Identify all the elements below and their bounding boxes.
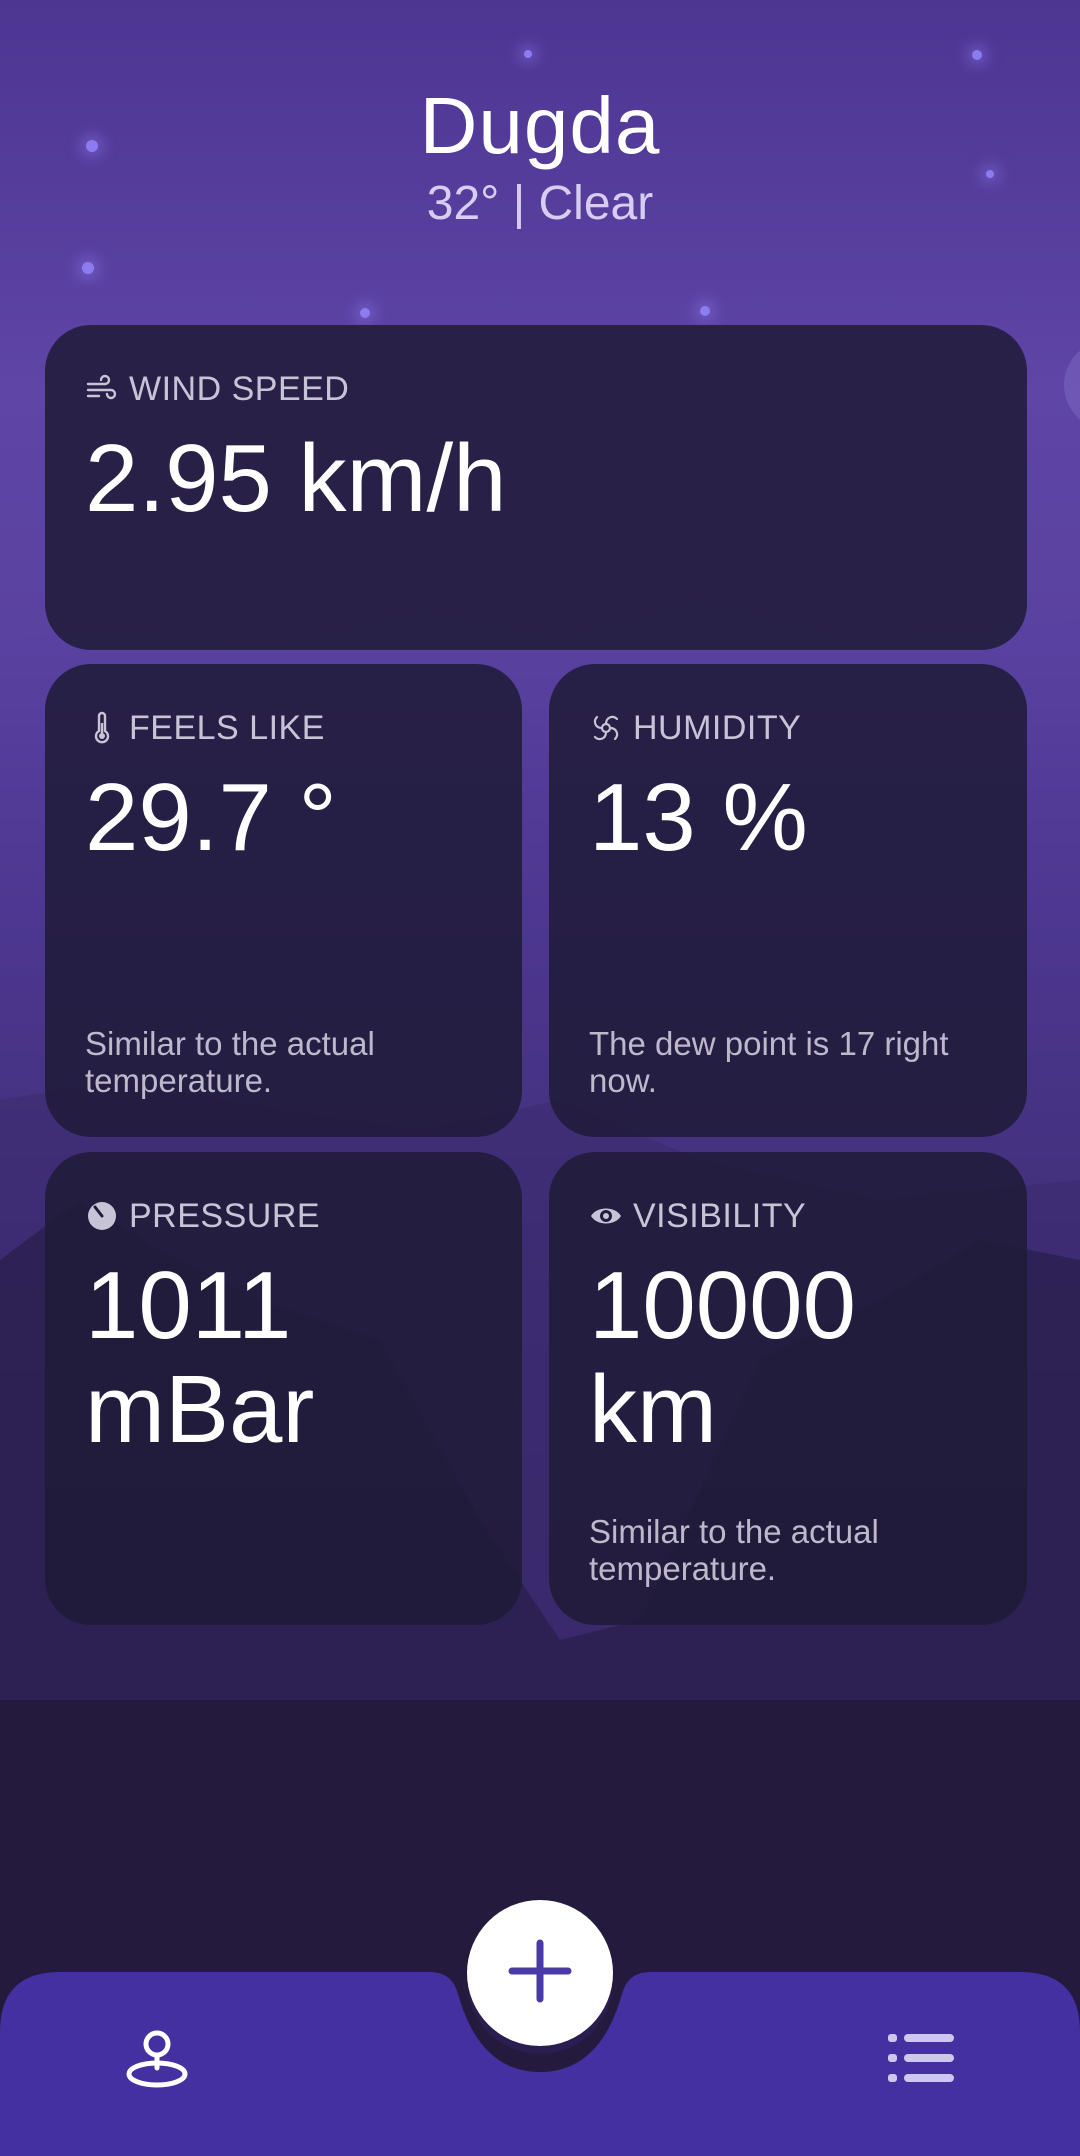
location-nav-button[interactable]	[97, 2000, 217, 2120]
thermometer-icon	[85, 711, 119, 745]
humidity-swirl-icon	[589, 711, 623, 745]
card-header: FEELS LIKE	[85, 706, 482, 750]
visibility-card[interactable]: VISIBILITY 10000 km Similar to the actua…	[549, 1152, 1027, 1625]
humidity-note: The dew point is 17 right now.	[589, 1025, 949, 1099]
card-header: PRESSURE	[85, 1194, 482, 1238]
visibility-number: 10000	[589, 1252, 856, 1359]
pressure-number: 1011	[85, 1252, 292, 1359]
card-label: HUMIDITY	[633, 708, 802, 747]
location-pin-icon	[121, 2022, 193, 2099]
card-header: VISIBILITY	[589, 1194, 987, 1238]
list-nav-button[interactable]	[862, 2000, 982, 2120]
visibility-note: Similar to the actual temperature.	[589, 1513, 879, 1587]
list-icon	[886, 2028, 958, 2093]
eye-icon	[589, 1199, 623, 1233]
feels-like-card[interactable]: FEELS LIKE 29.7 ° Similar to the actual …	[45, 664, 522, 1137]
wind-speed-card[interactable]: WIND SPEED 2.95 km/h	[45, 325, 1027, 650]
wind-icon	[85, 372, 119, 406]
wind-speed-value: 2.95 km/h	[85, 425, 507, 532]
card-label: WIND SPEED	[129, 369, 350, 408]
visibility-unit: km	[589, 1356, 717, 1463]
card-label: FEELS LIKE	[129, 708, 325, 747]
feels-like-note: Similar to the actual temperature.	[85, 1025, 375, 1099]
pressure-unit: mBar	[85, 1356, 315, 1463]
card-header: WIND SPEED	[85, 367, 987, 411]
weather-summary: 32° | Clear	[426, 177, 654, 230]
card-header: HUMIDITY	[589, 706, 987, 750]
add-location-button[interactable]	[467, 1900, 613, 2046]
card-label: PRESSURE	[129, 1196, 321, 1235]
city-name: Dugda	[419, 81, 661, 170]
pressure-value: 1011 mBar	[85, 1254, 482, 1462]
humidity-card[interactable]: HUMIDITY 13 % The dew point is 17 right …	[549, 664, 1027, 1137]
visibility-value: 10000 km	[589, 1254, 987, 1462]
humidity-value: 13 %	[589, 764, 808, 871]
feels-like-value: 29.7 °	[85, 764, 337, 871]
card-label: VISIBILITY	[633, 1196, 807, 1235]
pressure-gauge-icon	[85, 1199, 119, 1233]
location-header: Dugda 32° | Clear	[0, 78, 1080, 232]
plus-icon	[508, 1939, 572, 2008]
pressure-card[interactable]: PRESSURE 1011 mBar	[45, 1152, 522, 1625]
